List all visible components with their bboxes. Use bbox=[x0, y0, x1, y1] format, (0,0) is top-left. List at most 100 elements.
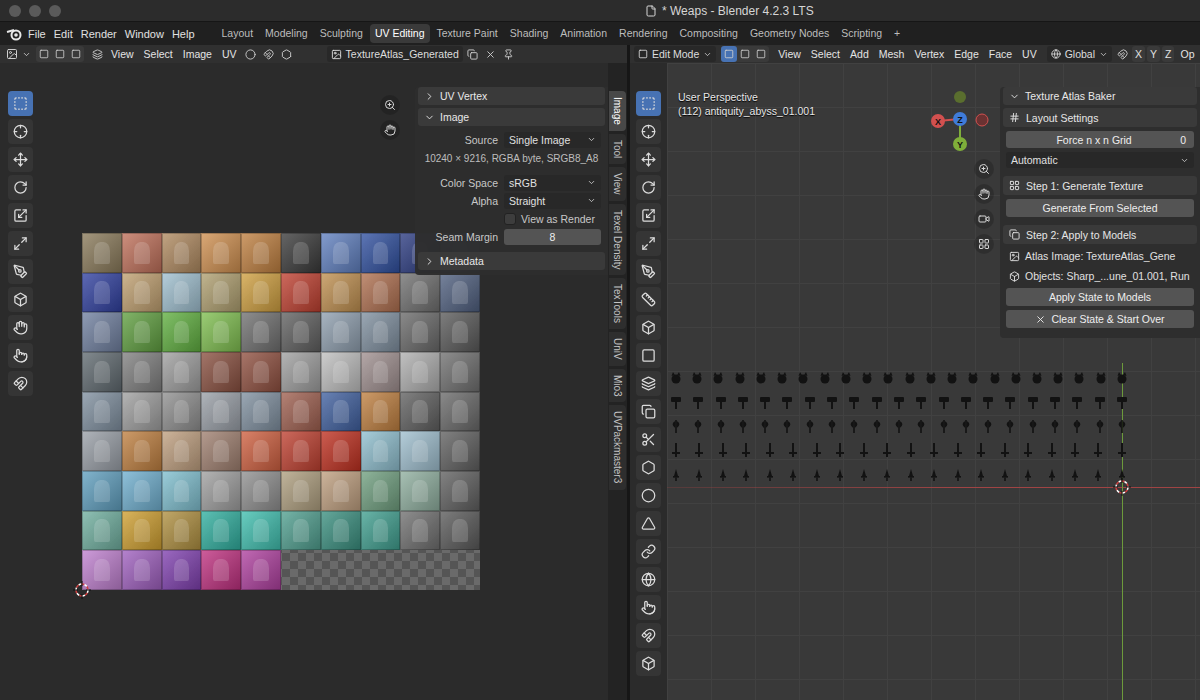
menu-item[interactable]: File bbox=[24, 26, 50, 42]
panel-header[interactable]: Image bbox=[418, 108, 605, 126]
head-object-icon[interactable] bbox=[904, 371, 916, 385]
sword-object-icon[interactable] bbox=[928, 443, 940, 457]
sidebar-tab[interactable]: Texel Density bbox=[609, 204, 626, 275]
tool-button[interactable] bbox=[636, 511, 661, 536]
chevron-down-icon[interactable] bbox=[424, 112, 435, 123]
head-object-icon[interactable] bbox=[819, 371, 831, 385]
tool-button[interactable] bbox=[636, 595, 661, 620]
hammer-object-icon[interactable] bbox=[715, 395, 727, 409]
hammer-object-icon[interactable] bbox=[804, 395, 816, 409]
dagger-object-icon[interactable] bbox=[858, 467, 870, 481]
select-field[interactable]: Straight bbox=[504, 193, 601, 209]
tool-button[interactable] bbox=[636, 427, 661, 452]
tool-button[interactable] bbox=[8, 147, 33, 172]
orientation-selector[interactable]: Global bbox=[1047, 46, 1112, 62]
dagger-object-icon[interactable] bbox=[1022, 467, 1034, 481]
tool-button[interactable] bbox=[636, 651, 661, 676]
sword-object-icon[interactable] bbox=[975, 443, 987, 457]
workspace-tab[interactable]: Compositing bbox=[675, 24, 743, 43]
head-object-icon[interactable] bbox=[1116, 371, 1128, 385]
hammer-object-icon[interactable] bbox=[1027, 395, 1039, 409]
hammer-object-icon[interactable] bbox=[670, 395, 682, 409]
head-object-icon[interactable] bbox=[967, 371, 979, 385]
header-menu[interactable]: View bbox=[107, 46, 138, 62]
tool-button[interactable] bbox=[636, 567, 661, 592]
snap-button[interactable] bbox=[1114, 46, 1130, 62]
sword-object-icon[interactable] bbox=[811, 443, 823, 457]
axe-object-icon[interactable] bbox=[804, 419, 816, 433]
axe-object-icon[interactable] bbox=[781, 419, 793, 433]
dagger-object-icon[interactable] bbox=[670, 467, 682, 481]
section-header[interactable]: Step 1: Generate Texture bbox=[1003, 176, 1197, 195]
workspace-tab[interactable]: Layout bbox=[217, 24, 259, 43]
workspace-tab[interactable]: Texture Paint bbox=[432, 24, 503, 43]
workspace-tab[interactable]: Shading bbox=[505, 24, 554, 43]
hammer-object-icon[interactable] bbox=[982, 395, 994, 409]
head-object-icon[interactable] bbox=[755, 371, 767, 385]
dagger-object-icon[interactable] bbox=[1092, 467, 1104, 481]
head-object-icon[interactable] bbox=[946, 371, 958, 385]
x-axis-handle[interactable] bbox=[931, 114, 945, 128]
tool-button[interactable] bbox=[8, 343, 33, 368]
3d-cursor-icon[interactable] bbox=[1113, 478, 1131, 496]
tool-button[interactable] bbox=[636, 623, 661, 648]
workspace-tab[interactable]: Modeling bbox=[260, 24, 313, 43]
hammer-object-icon[interactable] bbox=[1049, 395, 1061, 409]
workspace-tab[interactable]: Sculpting bbox=[315, 24, 368, 43]
proportional-button[interactable] bbox=[279, 46, 295, 62]
axe-object-icon[interactable] bbox=[871, 419, 883, 433]
header-menu[interactable]: Edge bbox=[950, 46, 983, 62]
header-menu[interactable]: View bbox=[774, 46, 805, 62]
checkbox[interactable] bbox=[504, 213, 516, 225]
dagger-object-icon[interactable] bbox=[787, 467, 799, 481]
workspace-tab[interactable]: Scripting bbox=[836, 24, 887, 43]
dagger-object-icon[interactable] bbox=[881, 467, 893, 481]
head-object-icon[interactable] bbox=[797, 371, 809, 385]
header-menu[interactable]: Select bbox=[807, 46, 844, 62]
sword-object-icon[interactable] bbox=[693, 443, 705, 457]
chevron-down-icon[interactable] bbox=[1009, 91, 1020, 102]
blender-logo-icon[interactable] bbox=[6, 27, 24, 41]
hammer-object-icon[interactable] bbox=[960, 395, 972, 409]
head-object-icon[interactable] bbox=[1052, 371, 1064, 385]
workspace-tab[interactable]: Geometry Nodes bbox=[745, 24, 834, 43]
dagger-object-icon[interactable] bbox=[999, 467, 1011, 481]
edge-select-button[interactable] bbox=[52, 46, 68, 62]
hammer-object-icon[interactable] bbox=[759, 395, 771, 409]
head-object-icon[interactable] bbox=[670, 371, 682, 385]
select-mode-button[interactable] bbox=[721, 46, 737, 62]
close-button[interactable] bbox=[9, 5, 21, 17]
sword-object-icon[interactable] bbox=[787, 443, 799, 457]
menu-item[interactable]: Render bbox=[77, 26, 121, 42]
sword-object-icon[interactable] bbox=[858, 443, 870, 457]
pan-button[interactable] bbox=[380, 120, 400, 140]
sidebar-tab[interactable]: UVPackmaster3 bbox=[609, 405, 626, 489]
dagger-object-icon[interactable] bbox=[952, 467, 964, 481]
dagger-object-icon[interactable] bbox=[811, 467, 823, 481]
axe-object-icon[interactable] bbox=[1027, 419, 1039, 433]
ortho-button[interactable] bbox=[974, 234, 994, 254]
pan-button[interactable] bbox=[974, 184, 994, 204]
clear-button[interactable]: Clear State & Start Over bbox=[1006, 310, 1194, 328]
2d-cursor-icon[interactable] bbox=[73, 581, 91, 599]
dagger-object-icon[interactable] bbox=[834, 467, 846, 481]
mode-selector[interactable]: Edit Mode bbox=[634, 46, 716, 62]
hammer-object-icon[interactable] bbox=[826, 395, 838, 409]
sync-select-button[interactable] bbox=[36, 46, 52, 62]
sidebar-tab[interactable]: Image bbox=[609, 91, 626, 131]
axe-object-icon[interactable] bbox=[848, 419, 860, 433]
generate-button[interactable]: Generate From Selected bbox=[1006, 199, 1194, 217]
sidebar-tab[interactable]: TexTools bbox=[609, 278, 626, 329]
sidebar-tab[interactable]: UniV bbox=[609, 332, 626, 366]
tool-button[interactable] bbox=[636, 91, 661, 116]
pin-button[interactable] bbox=[501, 46, 517, 62]
add-workspace-button[interactable]: + bbox=[889, 24, 905, 43]
sword-object-icon[interactable] bbox=[670, 443, 682, 457]
chevron-right-icon[interactable] bbox=[424, 256, 435, 267]
dagger-object-icon[interactable] bbox=[717, 467, 729, 481]
axe-object-icon[interactable] bbox=[915, 419, 927, 433]
head-object-icon[interactable] bbox=[861, 371, 873, 385]
tool-button[interactable] bbox=[8, 91, 33, 116]
axe-object-icon[interactable] bbox=[1094, 419, 1106, 433]
sword-object-icon[interactable] bbox=[1116, 443, 1128, 457]
